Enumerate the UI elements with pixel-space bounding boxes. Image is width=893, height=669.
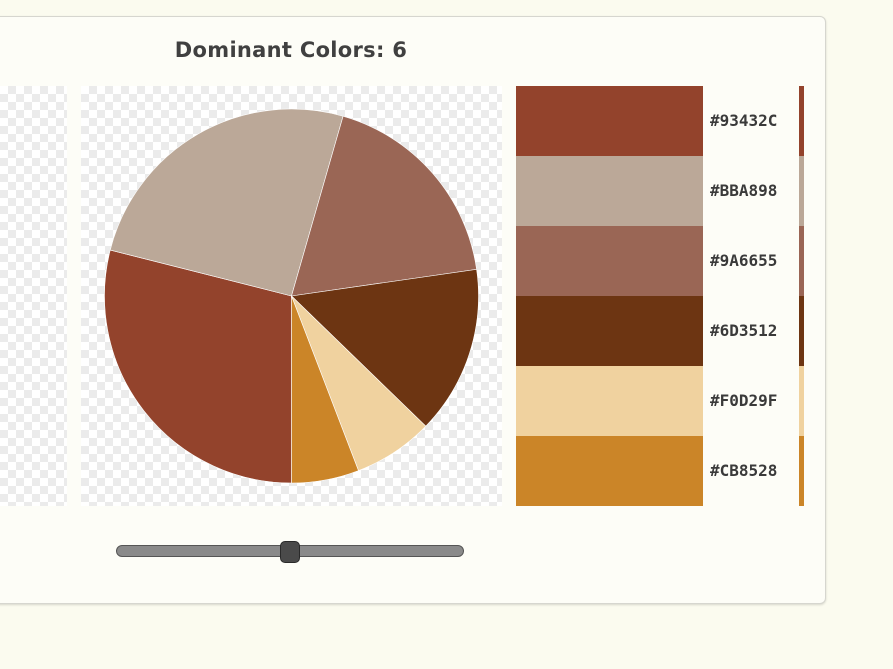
swatch-color-strip (799, 226, 804, 296)
swatch-color-strip (799, 86, 804, 156)
swatch-color-strip (799, 436, 804, 506)
swatch-hex-label: #6D3512 (710, 321, 778, 340)
swatch-hex-label: #93432C (710, 111, 778, 130)
swatch-row[interactable]: #93432C (516, 86, 806, 156)
color-swatch-list: #93432C #BBA898 #9A6655 #6D3512 #F0D29F … (516, 86, 806, 506)
color-pie-chart (104, 108, 479, 484)
dominant-colors-title: Dominant Colors: 6 (174, 38, 408, 62)
swatch-row[interactable]: #9A6655 (516, 226, 806, 296)
swatch-color-strip (799, 296, 804, 366)
swatch-hex-label: #BBA898 (710, 181, 778, 200)
swatch-row[interactable]: #BBA898 (516, 156, 806, 226)
swatch-color-block[interactable] (516, 86, 703, 156)
swatch-color-block[interactable] (516, 226, 703, 296)
swatch-row[interactable]: #6D3512 (516, 296, 806, 366)
swatch-color-block[interactable] (516, 156, 703, 226)
swatch-row[interactable]: #CB8528 (516, 436, 806, 506)
color-pie-panel (81, 86, 502, 506)
source-image-preview (0, 86, 67, 506)
swatch-color-block[interactable] (516, 436, 703, 506)
swatch-color-block[interactable] (516, 366, 703, 436)
swatch-color-strip (799, 156, 804, 226)
swatch-hex-label: #9A6655 (710, 251, 778, 270)
swatch-hex-label: #CB8528 (710, 461, 778, 480)
swatch-row[interactable]: #F0D29F (516, 366, 806, 436)
swatch-color-block[interactable] (516, 296, 703, 366)
swatch-color-strip (799, 366, 804, 436)
swatch-hex-label: #F0D29F (710, 391, 778, 410)
color-count-slider-thumb[interactable] (280, 541, 300, 563)
